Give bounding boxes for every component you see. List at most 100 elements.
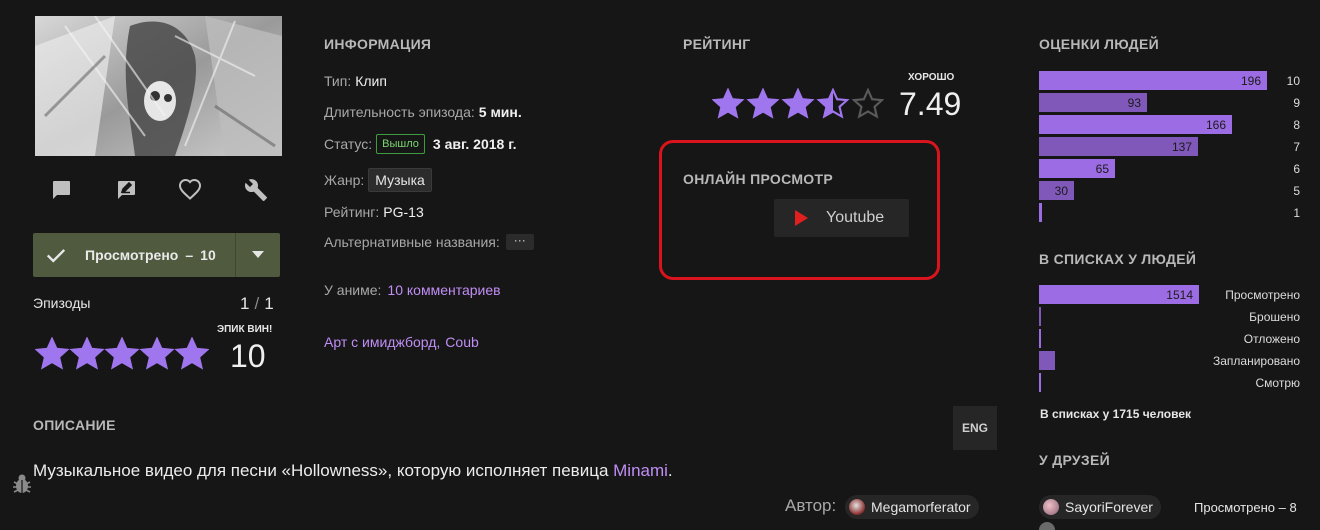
lists-total-caption: В списках у 1715 человек [1040, 407, 1192, 421]
histogram-label: 6 [1293, 162, 1300, 176]
chevron-down-icon [252, 251, 264, 258]
author-avatar [849, 499, 865, 515]
histogram-label: 9 [1293, 96, 1300, 110]
heart-icon[interactable] [174, 174, 206, 206]
author-label: Автор: [785, 496, 837, 515]
friend-name: SayoriForever [1065, 499, 1153, 515]
histogram-label: Брошено [1249, 310, 1300, 324]
histogram-label: 5 [1293, 184, 1300, 198]
comment-icon[interactable] [45, 174, 77, 206]
user-score-value: 10 [230, 338, 266, 374]
info-genre: Жанр: Музыка [324, 168, 432, 192]
duration-label: Длительность эпизода: [324, 104, 475, 120]
star-icon [174, 337, 209, 370]
watched-separator: – [185, 247, 194, 263]
episodes-counter: 1 / 1 [240, 294, 274, 314]
histogram-label: 7 [1293, 140, 1300, 154]
alt-names-label: Альтернативные названия: [324, 234, 500, 250]
genre-tag-music[interactable]: Музыка [368, 168, 432, 192]
rating-stars [712, 88, 884, 120]
watched-status-main[interactable]: Просмотрено – 10 [33, 233, 235, 277]
friend-avatar-next [1039, 522, 1055, 530]
histogram-label: Просмотрено [1225, 288, 1300, 302]
bug-icon[interactable] [12, 472, 32, 496]
rating-heading: РЕЙТИНГ [683, 36, 751, 52]
author-name: Megamorferator [871, 499, 971, 515]
info-alt-names: Альтернативные названия: ··· [324, 232, 534, 252]
histogram-label: 8 [1293, 118, 1300, 132]
status-date: 3 авг. 2018 г. [432, 136, 517, 152]
info-rating: Рейтинг: PG-13 [324, 202, 424, 222]
type-label: Тип: [324, 73, 352, 89]
description-text: Музыкальное видео для песни «Hollowness»… [33, 461, 673, 481]
description-body: Музыкальное видео для песни «Hollowness»… [33, 461, 614, 480]
friend-pill[interactable]: SayoriForever [1039, 495, 1161, 519]
user-score-stars[interactable] [35, 337, 209, 371]
watched-status-label: Просмотрено [85, 247, 179, 263]
star-icon [69, 337, 105, 370]
episodes-total: 1 [264, 294, 274, 313]
anime-poster[interactable] [35, 16, 282, 156]
online-heading: ОНЛАЙН ПРОСМОТР [683, 171, 833, 187]
youtube-watch-button[interactable]: Youtube [774, 199, 909, 237]
description-end: . [667, 461, 673, 480]
histogram-bar [1039, 203, 1042, 222]
rating-label: Рейтинг: [324, 204, 380, 220]
histogram-count: 30 [1054, 184, 1068, 198]
author-pill[interactable]: Megamorferator [845, 495, 979, 519]
score-caption: ЭПИК ВИН! [217, 324, 273, 335]
episodes-label: Эпизоды [33, 295, 91, 311]
review-icon[interactable] [110, 174, 142, 206]
status-badge: Вышло [376, 134, 425, 154]
histogram-label: Запланировано [1213, 354, 1300, 368]
star-icon [851, 88, 884, 119]
histogram-label: 10 [1286, 74, 1300, 88]
star-icon [781, 88, 815, 119]
info-status: Статус: Вышло 3 авг. 2018 г. [324, 134, 517, 154]
info-heading: ИНФОРМАЦИЯ [324, 36, 432, 52]
histogram-bar [1039, 351, 1055, 370]
friend-status: Просмотрено – 8 [1194, 500, 1297, 515]
episodes-watched[interactable]: 1 [240, 294, 249, 314]
friends-heading: У ДРУЗЕЙ [1039, 452, 1111, 468]
star-icon [712, 88, 745, 119]
description-heading: ОПИСАНИЕ [33, 417, 116, 433]
info-duration: Длительность эпизода: 5 мин. [324, 102, 522, 122]
alt-names-more-button[interactable]: ··· [505, 234, 534, 250]
watched-score: 10 [200, 247, 216, 263]
lang-eng-button[interactable]: ENG [953, 406, 997, 450]
check-icon [46, 249, 66, 263]
rating-caption: ХОРОШО [908, 72, 955, 83]
minami-link[interactable]: Minami [613, 461, 668, 480]
status-dropdown-toggle[interactable] [235, 233, 280, 277]
histogram-count: 65 [1095, 162, 1109, 176]
watched-status-button[interactable]: Просмотрено – 10 [33, 233, 280, 277]
duration-value: 5 мин. [478, 104, 522, 120]
star-icon [139, 337, 175, 370]
comments-link[interactable]: 10 комментариев [387, 282, 500, 298]
wrench-icon[interactable] [240, 174, 272, 206]
histogram-label: Смотрю [1255, 376, 1301, 390]
histogram-bar [1039, 329, 1041, 348]
histogram-label: Отложено [1243, 332, 1300, 346]
rating-value: PG-13 [383, 204, 424, 220]
links-separator: , [436, 334, 441, 350]
info-comments: У аниме: 10 комментариев [324, 280, 501, 300]
star-icon [35, 337, 70, 370]
friend-avatar [1043, 499, 1059, 515]
histogram-label: 1 [1293, 206, 1300, 220]
coub-link[interactable]: Coub [445, 334, 478, 350]
star-icon [104, 337, 140, 370]
play-icon [795, 210, 808, 226]
external-links: Арт с имиджборд , Coub [324, 332, 479, 352]
type-value: Клип [355, 73, 387, 89]
poster-image [35, 16, 282, 156]
scores-heading: ОЦЕНКИ ЛЮДЕЙ [1039, 36, 1159, 52]
info-type: Тип: Клип [324, 71, 387, 91]
genre-label: Жанр: [324, 172, 365, 188]
episodes-separator: / [254, 294, 260, 313]
art-imageboard-link[interactable]: Арт с имиджборд [324, 334, 436, 350]
star-icon [746, 88, 780, 119]
histogram-bar [1039, 307, 1041, 326]
histogram-bar [1039, 373, 1041, 392]
